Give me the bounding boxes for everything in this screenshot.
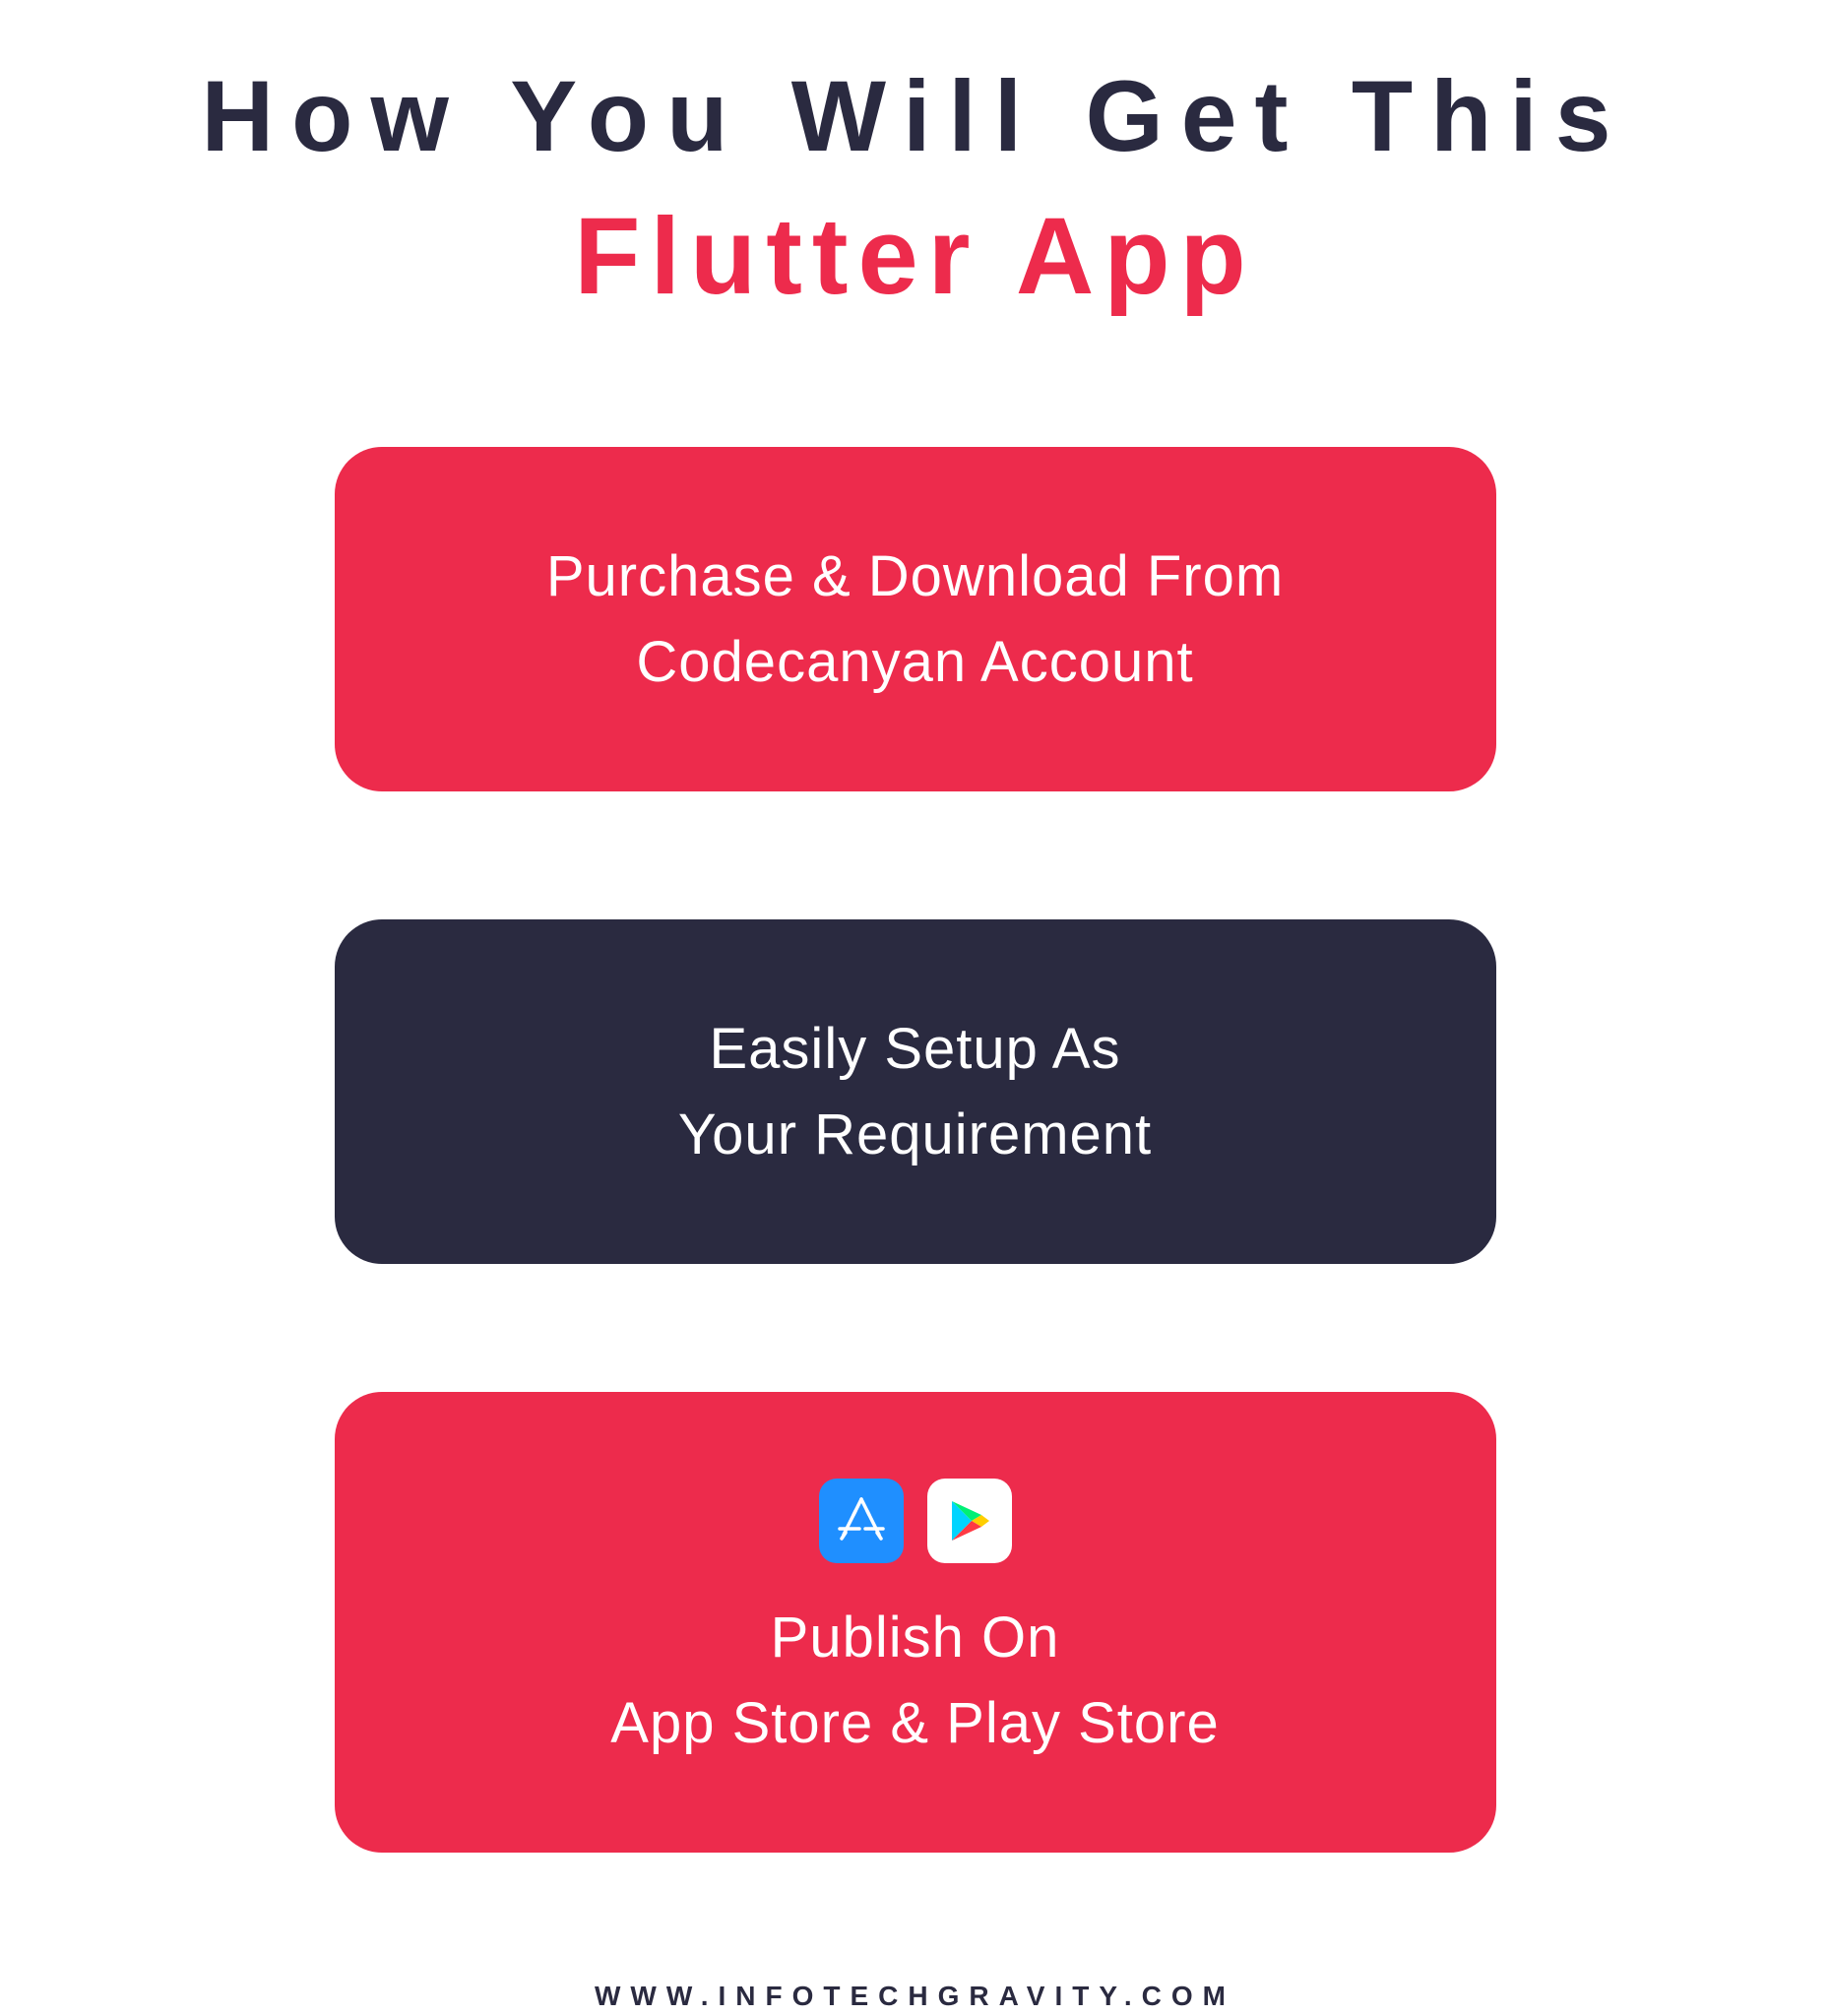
play-store-icon [927, 1479, 1012, 1563]
setup-card: Easily Setup As Your Requirement [335, 919, 1496, 1264]
publish-line2: App Store & Play Store [610, 1680, 1219, 1766]
heading-line1: How You Will Get This [202, 59, 1629, 174]
main-heading: How You Will Get This Flutter App [202, 59, 1629, 319]
setup-text: Easily Setup As Your Requirement [678, 1006, 1152, 1177]
footer-url: WWW.INFOTECHGRAVITY.COM [595, 1981, 1235, 2012]
purchase-card: Purchase & Download From Codecanyan Acco… [335, 447, 1496, 791]
app-store-icon [819, 1479, 904, 1563]
purchase-text: Purchase & Download From Codecanyan Acco… [546, 534, 1284, 705]
publish-line1: Publish On [610, 1595, 1219, 1680]
purchase-line1: Purchase & Download From [546, 534, 1284, 619]
publish-card: Publish On App Store & Play Store [335, 1392, 1496, 1853]
setup-line2: Your Requirement [678, 1092, 1152, 1177]
heading-line2: Flutter App [202, 194, 1629, 319]
setup-line1: Easily Setup As [678, 1006, 1152, 1092]
publish-text: Publish On App Store & Play Store [610, 1595, 1219, 1766]
store-icons [819, 1479, 1012, 1563]
purchase-line2: Codecanyan Account [546, 619, 1284, 705]
